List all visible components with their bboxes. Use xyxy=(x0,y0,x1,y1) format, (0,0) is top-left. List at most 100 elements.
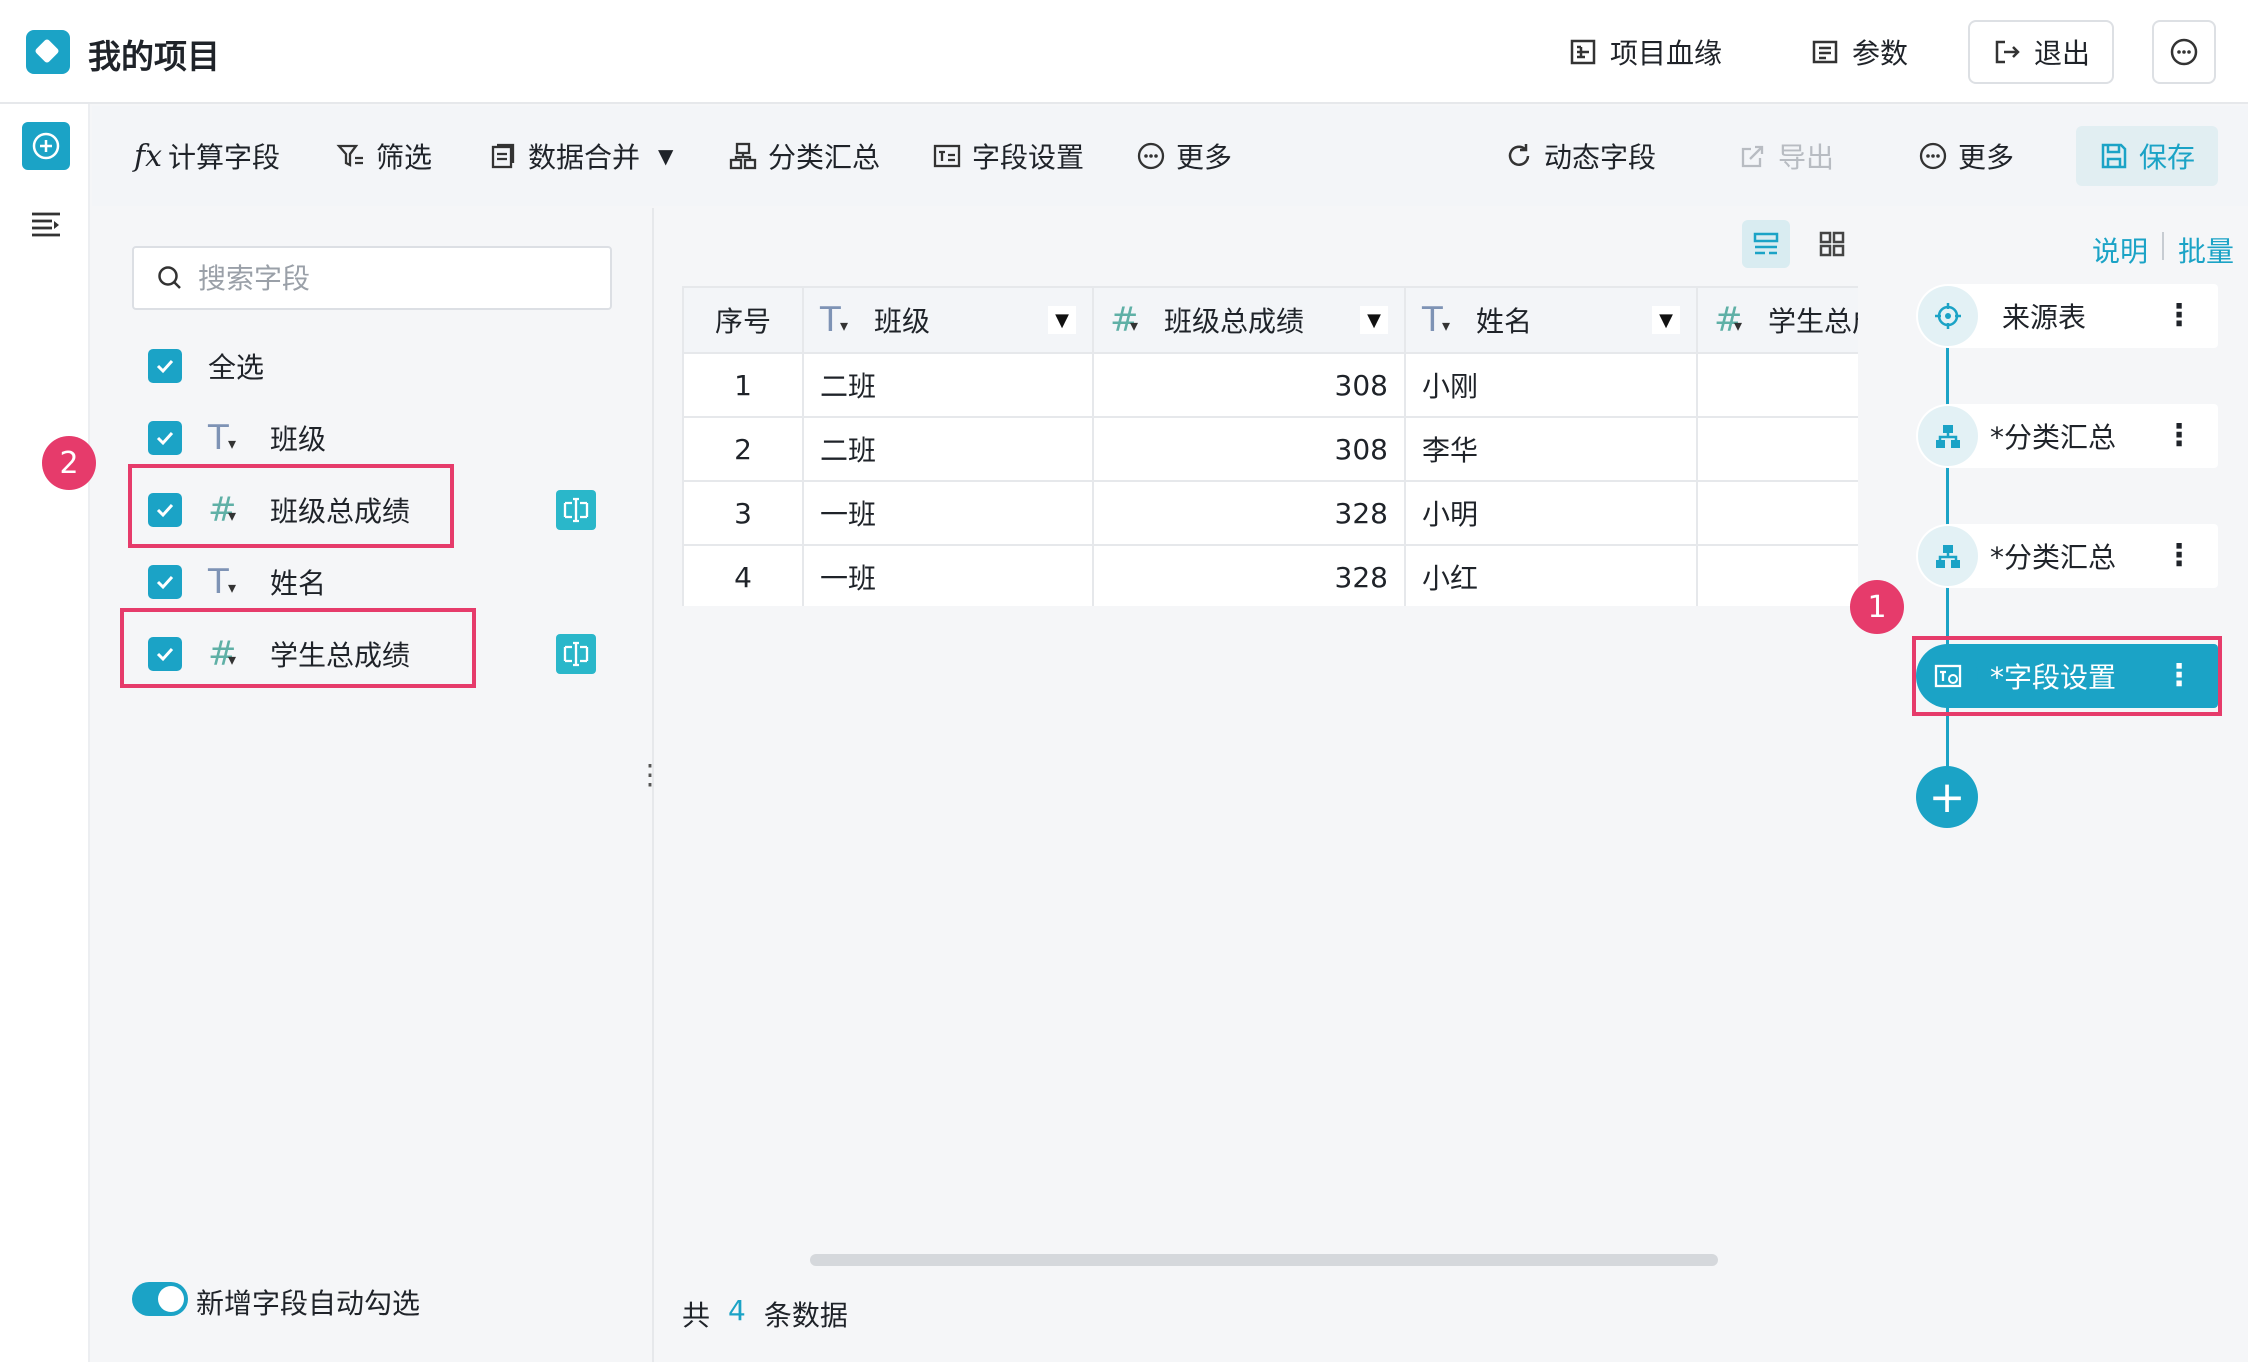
select-all-label: 全选 xyxy=(208,351,265,384)
auto-select-toggle[interactable] xyxy=(132,1282,188,1316)
field-row-class-total[interactable]: # 班级总成绩 xyxy=(148,486,410,534)
field-row-student-total[interactable]: # 学生总成绩 xyxy=(148,630,410,678)
table-row: 3 一班 328 小明 xyxy=(682,480,1858,546)
column-header-label: 班级总成绩 xyxy=(1164,305,1305,338)
export-button[interactable]: 导出 xyxy=(1738,132,1834,180)
column-header-class[interactable]: T 班级 ▼ xyxy=(802,286,1094,354)
add-node-button[interactable]: + xyxy=(1916,766,1978,828)
app-title: 我的项目 xyxy=(88,37,220,76)
field-checkbox[interactable] xyxy=(148,565,182,599)
node-menu-icon[interactable]: ⋮ xyxy=(2164,301,2194,331)
field-settings-icon xyxy=(933,144,961,168)
column-header-label: 姓名 xyxy=(1476,305,1533,338)
grid-view-icon xyxy=(1819,231,1845,257)
rename-icon[interactable] xyxy=(556,490,596,530)
table-cell: 小刚 xyxy=(1404,352,1698,418)
exit-label: 退出 xyxy=(2033,37,2090,70)
field-checkbox[interactable] xyxy=(148,421,182,455)
add-button[interactable] xyxy=(22,122,70,170)
field-settings-button[interactable]: 字段设置 xyxy=(932,132,1084,180)
table-cell: 李华 xyxy=(1404,416,1698,482)
save-label: 保存 xyxy=(2138,141,2195,174)
more-left-button[interactable]: 更多 xyxy=(1136,132,1232,180)
field-checkbox[interactable] xyxy=(148,637,182,671)
flow-node-field-settings[interactable]: *字段设置 ⋮ xyxy=(1916,644,2218,708)
field-row-name[interactable]: T 姓名 xyxy=(148,558,326,606)
more-menu-button[interactable] xyxy=(2152,20,2216,84)
column-header-label: 班级 xyxy=(874,305,931,338)
merge-button[interactable]: 数据合并 ▼ xyxy=(488,132,673,180)
field-search-input[interactable] xyxy=(198,261,598,295)
flow-node-group-1[interactable]: *分类汇总 ⋮ xyxy=(1916,404,2218,468)
group-node-icon xyxy=(1918,526,1978,586)
table-header-row: 序号 T 班级 ▼ # 班级总成绩 ▼ T 姓名 ▼ # 学生总成 xyxy=(682,286,1858,354)
group-node-icon xyxy=(1918,406,1978,466)
node-menu-icon[interactable]: ⋮ xyxy=(2164,661,2194,691)
text-type-icon: T xyxy=(208,562,252,602)
node-menu-icon[interactable]: ⋮ xyxy=(2164,421,2194,451)
group-summary-button[interactable]: 分类汇总 xyxy=(728,132,880,180)
number-type-icon: # xyxy=(1110,300,1154,340)
app-logo-icon xyxy=(26,30,70,74)
filter-button[interactable]: 筛选 xyxy=(336,132,432,180)
table-cell xyxy=(1696,416,1858,482)
flow-node-source[interactable]: 来源表 ⋮ xyxy=(1916,284,2218,348)
more-circle-icon xyxy=(2170,38,2198,66)
column-dropdown-icon[interactable]: ▼ xyxy=(1048,306,1076,334)
field-name: 班级总成绩 xyxy=(270,495,411,528)
left-rail xyxy=(0,104,90,1362)
field-checkbox[interactable] xyxy=(148,493,182,527)
select-all-row[interactable]: 全选 xyxy=(148,342,264,390)
save-button[interactable]: 保存 xyxy=(2076,126,2218,186)
field-name: 学生总成绩 xyxy=(270,639,411,672)
table-cell: 2 xyxy=(682,416,804,482)
list-icon[interactable] xyxy=(30,210,62,240)
table-cell: 328 xyxy=(1092,544,1406,606)
step-badge: 1 xyxy=(1850,580,1904,634)
dynamic-field-label: 动态字段 xyxy=(1544,141,1657,174)
column-dropdown-icon[interactable]: ▼ xyxy=(1360,306,1388,334)
merge-icon xyxy=(491,143,515,169)
table-cell: 4 xyxy=(682,544,804,606)
filter-icon xyxy=(336,144,363,167)
params-button[interactable]: 参数 xyxy=(1810,28,1908,76)
horizontal-scrollbar[interactable] xyxy=(810,1254,1718,1266)
calc-field-label: 计算字段 xyxy=(168,141,281,174)
filter-label: 筛选 xyxy=(376,141,433,174)
table-cell: 二班 xyxy=(802,416,1094,482)
dynamic-field-button[interactable]: 动态字段 xyxy=(1504,132,1656,180)
column-header-name[interactable]: T 姓名 ▼ xyxy=(1404,286,1698,354)
column-header-student-total[interactable]: # 学生总成 xyxy=(1696,286,1858,354)
calc-field-button[interactable]: fx 计算字段 xyxy=(134,132,280,180)
flow-node-group-2[interactable]: *分类汇总 ⋮ xyxy=(1916,524,2218,588)
column-header-seq: 序号 xyxy=(682,286,804,354)
column-dropdown-icon[interactable]: ▼ xyxy=(1652,306,1680,334)
grid-view-button[interactable] xyxy=(1808,220,1856,268)
more-right-button[interactable]: 更多 xyxy=(1918,132,2014,180)
flow-node-label: 来源表 xyxy=(2002,301,2087,334)
lineage-button[interactable]: 项目血缘 xyxy=(1568,28,1722,76)
list-view-button[interactable] xyxy=(1742,220,1790,268)
data-table: 序号 T 班级 ▼ # 班级总成绩 ▼ T 姓名 ▼ # 学生总成 1 二班 308 小刚 2… xyxy=(682,286,1858,606)
node-menu-icon[interactable]: ⋮ xyxy=(2164,541,2194,571)
field-name: 班级 xyxy=(270,423,327,456)
search-icon xyxy=(158,266,181,289)
batch-link[interactable]: 批量 xyxy=(2178,230,2234,270)
field-settings-label: 字段设置 xyxy=(972,141,1085,174)
row-count: 共 4 条数据 xyxy=(682,1294,848,1334)
flow-node-label: *字段设置 xyxy=(1990,661,2117,694)
table-row: 2 二班 308 李华 xyxy=(682,416,1858,482)
group-summary-label: 分类汇总 xyxy=(768,141,881,174)
help-link[interactable]: 说明 xyxy=(2092,230,2148,270)
field-row-class[interactable]: T 班级 xyxy=(148,414,326,462)
text-type-icon: T xyxy=(1422,300,1466,340)
exit-button[interactable]: 退出 xyxy=(1968,20,2114,84)
rename-icon[interactable] xyxy=(556,634,596,674)
column-header-class-total[interactable]: # 班级总成绩 ▼ xyxy=(1092,286,1406,354)
exit-icon xyxy=(1995,40,2020,64)
plus-icon: + xyxy=(1928,771,1966,823)
select-all-checkbox[interactable] xyxy=(148,349,182,383)
text-type-icon: T xyxy=(208,418,252,458)
table-cell xyxy=(1696,352,1858,418)
field-name: 姓名 xyxy=(270,567,327,600)
